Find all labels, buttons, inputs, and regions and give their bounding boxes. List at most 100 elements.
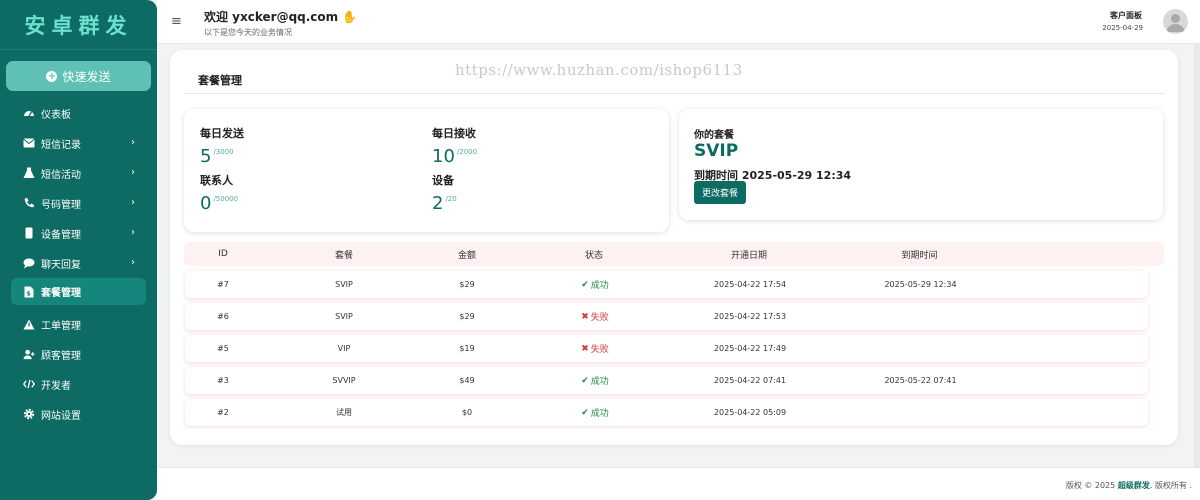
customer-panel-label: 客户面板 — [1110, 11, 1142, 20]
sidebar: 安卓群发 + 快速发送 仪表板 短信记录 › 短信活动 › 号码管理 › 设备管… — [0, 0, 157, 500]
sidebar-item-label: 短信记录 — [41, 139, 81, 151]
column-header-expire-date[interactable]: 到期时间 — [872, 242, 967, 266]
check-icon: ✔ — [581, 375, 589, 386]
waving-hand-icon: ✋ — [342, 10, 358, 24]
warning-icon — [23, 318, 35, 330]
stat-value: 2/20 — [432, 193, 457, 214]
column-header-id[interactable]: ID — [198, 242, 248, 266]
cell-plan: SVVIP — [332, 376, 356, 385]
cell-amount: $49 — [459, 376, 475, 385]
sidebar-item-number-management[interactable]: 号码管理 › — [0, 188, 157, 218]
stat-label: 联系人 — [200, 174, 233, 187]
welcome-heading: 欢迎 yxcker@qq.com ✋ — [204, 8, 357, 25]
brand-logo[interactable]: 安卓群发 — [0, 0, 157, 50]
file-invoice-icon: $ — [23, 286, 35, 298]
plan-name: SVIP — [694, 141, 739, 161]
stat-value: 5/3000 — [200, 146, 234, 167]
sidebar-item-label: 开发者 — [41, 380, 71, 392]
column-header-plan[interactable]: 套餐 — [319, 242, 369, 266]
sidebar-nav: 仪表板 短信记录 › 短信活动 › 号码管理 › 设备管理 › 聊天回复 › $… — [0, 98, 157, 429]
page-scrollbar[interactable] — [1194, 44, 1200, 467]
column-header-status[interactable]: 状态 — [564, 242, 624, 266]
cell-expire-date: 2025-05-22 07:41 — [884, 376, 957, 385]
cell-expire-date — [873, 303, 968, 330]
column-header-open-date[interactable]: 开通日期 — [704, 242, 794, 266]
gauge-icon — [23, 107, 35, 119]
welcome-subtitle: 以下是您今天的业务情况 — [204, 28, 292, 37]
flask-icon — [23, 167, 35, 179]
table-row[interactable]: #6 SVIP $29 ✖ 失败 2025-04-22 17:53 — [185, 303, 1148, 330]
cell-status: ✔ 成功 — [581, 407, 609, 420]
sidebar-item-device-management[interactable]: 设备管理 › — [0, 218, 157, 248]
cell-id: #6 — [217, 312, 229, 321]
stat-devices: 设备 2/20 — [432, 172, 457, 214]
cell-open-date: 2025-04-22 17:49 — [713, 344, 787, 353]
column-header-amount[interactable]: 金额 — [442, 242, 492, 266]
code-icon — [23, 378, 35, 390]
mobile-icon — [23, 227, 35, 239]
sidebar-item-label: 工单管理 — [41, 320, 81, 332]
sidebar-item-plan-management[interactable]: $ 套餐管理 — [11, 278, 146, 305]
cell-plan: SVIP — [335, 312, 353, 321]
sidebar-item-developer[interactable]: 开发者 — [0, 369, 157, 399]
quick-send-button[interactable]: + 快速发送 — [6, 61, 151, 91]
cell-open-date: 2025-04-22 17:53 — [713, 312, 787, 321]
stat-value: 10/2000 — [432, 146, 478, 167]
sidebar-item-dashboard[interactable]: 仪表板 — [0, 98, 157, 128]
cell-open-date: 2025-04-22 05:09 — [713, 408, 787, 417]
usage-stats-panel: 每日发送 5/3000 每日接收 10/2000 联系人 0/50000 设备 … — [184, 109, 669, 232]
stat-label: 设备 — [432, 174, 454, 187]
stat-label: 每日接收 — [432, 127, 476, 140]
copyright-text: 版权 © 2025 超级群发. 版权所有 . — [1065, 481, 1192, 490]
cell-id: #5 — [217, 344, 229, 353]
sidebar-item-sms-records[interactable]: 短信记录 › — [0, 128, 157, 158]
avatar[interactable] — [1163, 9, 1188, 34]
plan-orders-table: ID 套餐 金额 状态 开通日期 到期时间 #7 SVIP $29 ✔ 成功 2025-0… — [184, 242, 1164, 426]
x-mark-icon: ✖ — [581, 343, 589, 354]
sidebar-item-label: 号码管理 — [41, 199, 81, 211]
cell-plan: VIP — [337, 344, 351, 353]
cell-status: ✔ 成功 — [581, 375, 609, 388]
cell-amount: $0 — [461, 408, 473, 417]
cell-status: ✖ 失败 — [581, 311, 609, 324]
cell-expire-date — [873, 399, 968, 426]
current-plan-panel: 你的套餐 SVIP 到期时间 2025-05-29 12:34 更改套餐 — [679, 109, 1163, 220]
user-avatar-icon — [1166, 14, 1185, 32]
footer-brand-link[interactable]: 超级群发 — [1118, 481, 1150, 490]
stat-value: 0/50000 — [200, 193, 239, 214]
sidebar-item-label: 顾客管理 — [41, 350, 81, 362]
sidebar-item-customer-management[interactable]: 顾客管理 — [0, 339, 157, 369]
cell-id: #7 — [217, 280, 229, 289]
current-date: 2025-04-29 — [1102, 24, 1143, 32]
plan-label: 你的套餐 — [694, 130, 734, 141]
plus-icon: + — [46, 70, 58, 82]
table-header: ID 套餐 金额 状态 开通日期 到期时间 — [184, 242, 1164, 266]
gear-icon — [23, 408, 35, 420]
sidebar-item-sms-campaign[interactable]: 短信活动 › — [0, 158, 157, 188]
divider — [184, 93, 1164, 94]
table-row[interactable]: #3 SVVIP $49 ✔ 成功 2025-04-22 07:41 2025-05-22 … — [185, 367, 1148, 394]
sidebar-item-label: 套餐管理 — [41, 288, 81, 299]
cell-id: #3 — [217, 376, 229, 385]
change-plan-button[interactable]: 更改套餐 — [694, 181, 747, 204]
sidebar-item-chat-reply[interactable]: 聊天回复 › — [0, 248, 157, 278]
stat-daily-receive: 每日接收 10/2000 — [432, 125, 477, 167]
quick-send-label: 快速发送 — [62, 69, 111, 84]
sidebar-item-label: 仪表板 — [41, 109, 71, 121]
hamburger-menu-icon[interactable]: ≡ — [171, 14, 182, 29]
cell-status: ✖ 失败 — [581, 343, 609, 356]
sidebar-item-label: 设备管理 — [41, 229, 81, 241]
chevron-right-icon: › — [131, 227, 135, 238]
top-header: ≡ 欢迎 yxcker@qq.com ✋ 以下是您今天的业务情况 客户面板 20… — [157, 0, 1200, 44]
chat-bubble-icon — [23, 257, 35, 269]
table-row[interactable]: #7 SVIP $29 ✔ 成功 2025-04-22 17:54 2025-05-29 1… — [185, 271, 1148, 298]
chevron-right-icon: › — [131, 167, 135, 178]
user-plus-icon — [23, 348, 35, 360]
cell-open-date: 2025-04-22 17:54 — [713, 280, 787, 289]
sidebar-item-site-settings[interactable]: 网站设置 — [0, 399, 157, 429]
cell-amount: $19 — [459, 344, 475, 353]
table-row[interactable]: #5 VIP $19 ✖ 失败 2025-04-22 17:49 — [185, 335, 1148, 362]
stat-contacts: 联系人 0/50000 — [200, 172, 238, 214]
table-row[interactable]: #2 试用 $0 ✔ 成功 2025-04-22 05:09 — [185, 399, 1148, 426]
sidebar-item-ticket-management[interactable]: 工单管理 — [0, 309, 157, 339]
